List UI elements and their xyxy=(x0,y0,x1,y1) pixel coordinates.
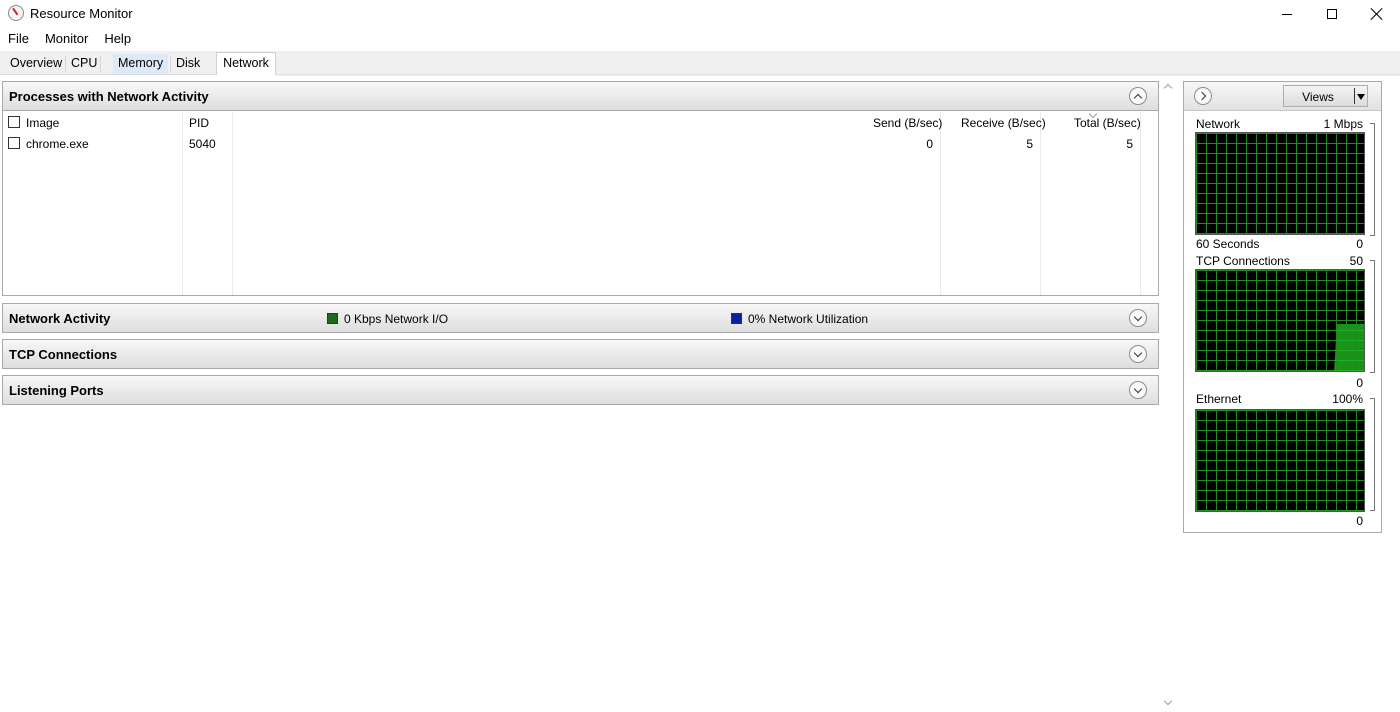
column-header-receive[interactable]: Receive (B/sec) xyxy=(961,116,1046,130)
minimize-button[interactable] xyxy=(1264,0,1310,28)
network-utilization-swatch xyxy=(731,313,742,324)
graphs-pane-header: Views xyxy=(1184,82,1381,111)
expand-button[interactable] xyxy=(1129,309,1147,327)
chevron-up-icon xyxy=(1133,93,1143,102)
minimize-icon xyxy=(1282,13,1292,15)
column-header-total[interactable]: Total (B/sec) xyxy=(1074,116,1141,130)
tab-disk[interactable]: Disk xyxy=(171,54,205,74)
views-button[interactable]: Views xyxy=(1283,85,1368,107)
tcp-connections-section-header[interactable]: TCP Connections xyxy=(2,339,1159,369)
column-header-pid[interactable]: PID xyxy=(189,116,209,130)
row-checkbox[interactable] xyxy=(8,137,20,149)
cell-image[interactable]: chrome.exe xyxy=(26,137,89,151)
close-icon xyxy=(1371,8,1383,20)
network-utilization-legend: 0% Network Utilization xyxy=(748,312,869,326)
close-button[interactable] xyxy=(1354,0,1400,28)
graph-max: 50 xyxy=(1349,254,1363,268)
network-activity-title: Network Activity xyxy=(9,311,111,326)
listening-ports-section-header[interactable]: Listening Ports xyxy=(2,375,1159,405)
title-bar: Resource Monitor xyxy=(0,0,1400,28)
graph-min: 0 xyxy=(1356,237,1363,251)
resource-monitor-icon xyxy=(8,5,24,21)
dropdown-arrow-icon xyxy=(1357,94,1365,100)
graph-grid xyxy=(1196,133,1364,234)
menu-file[interactable]: File xyxy=(0,29,37,49)
graph-max: 100% xyxy=(1332,392,1363,406)
processes-section-header[interactable]: Processes with Network Activity xyxy=(2,81,1159,111)
graph-name: TCP Connections xyxy=(1196,254,1290,268)
tcp-connections-graph xyxy=(1195,269,1365,372)
graph-time-span: 60 Seconds xyxy=(1196,237,1260,251)
tab-overview[interactable]: Overview xyxy=(5,54,67,74)
graph-series-fill xyxy=(1334,324,1364,371)
select-all-checkbox[interactable] xyxy=(8,116,20,128)
hide-graphs-button[interactable] xyxy=(1194,87,1212,105)
network-io-legend: 0 Kbps Network I/O xyxy=(344,312,449,326)
tab-network[interactable]: Network xyxy=(216,52,276,75)
network-graph xyxy=(1195,132,1365,235)
graph-min: 0 xyxy=(1356,514,1363,528)
cell-pid: 5040 xyxy=(189,137,216,151)
views-label: Views xyxy=(1302,90,1334,104)
processes-table: Image PID Send (B/sec) Receive (B/sec) T… xyxy=(2,109,1159,296)
graph-grid xyxy=(1196,270,1364,371)
tab-cpu[interactable]: CPU xyxy=(66,54,102,74)
tcp-connections-title: TCP Connections xyxy=(9,347,118,362)
maximize-icon xyxy=(1327,9,1337,19)
column-header-send[interactable]: Send (B/sec) xyxy=(873,116,942,130)
graph-name: Network xyxy=(1196,117,1241,131)
graph-max: 1 Mbps xyxy=(1323,117,1363,131)
cell-receive: 5 xyxy=(1026,137,1033,151)
scroll-up-icon[interactable] xyxy=(1163,83,1173,93)
menu-help[interactable]: Help xyxy=(96,29,139,49)
cell-total: 5 xyxy=(1126,137,1133,151)
ethernet-graph xyxy=(1195,409,1365,512)
cell-send: 0 xyxy=(926,137,933,151)
processes-section-title: Processes with Network Activity xyxy=(9,89,209,104)
menu-bar: File Monitor Help xyxy=(0,29,139,49)
network-io-swatch xyxy=(327,313,338,324)
tab-strip: Overview CPU Memory Disk Network xyxy=(0,51,1400,75)
graph-name: Ethernet xyxy=(1196,392,1242,406)
network-activity-section-header[interactable]: Network Activity 0 Kbps Network I/O 0% N… xyxy=(2,303,1159,333)
expand-button[interactable] xyxy=(1129,381,1147,399)
graphs-pane: Views Network 1 Mbps 60 Seconds 0 TCP Co… xyxy=(1183,81,1382,533)
scroll-down-icon[interactable] xyxy=(1163,696,1173,706)
window-title: Resource Monitor xyxy=(30,6,133,21)
graph-grid xyxy=(1196,410,1364,511)
chevron-down-icon xyxy=(1133,312,1143,321)
chevron-down-icon xyxy=(1133,348,1143,357)
column-header-image[interactable]: Image xyxy=(26,116,59,130)
listening-ports-title: Listening Ports xyxy=(9,383,104,398)
vertical-scrollbar[interactable] xyxy=(1161,76,1176,712)
menu-monitor[interactable]: Monitor xyxy=(37,29,96,49)
expand-button[interactable] xyxy=(1129,345,1147,363)
graph-min: 0 xyxy=(1356,376,1363,390)
maximize-button[interactable] xyxy=(1309,0,1355,28)
collapse-button[interactable] xyxy=(1129,87,1147,105)
chevron-down-icon xyxy=(1133,384,1143,393)
tab-memory[interactable]: Memory xyxy=(113,54,169,74)
chevron-right-icon xyxy=(1197,91,1206,101)
